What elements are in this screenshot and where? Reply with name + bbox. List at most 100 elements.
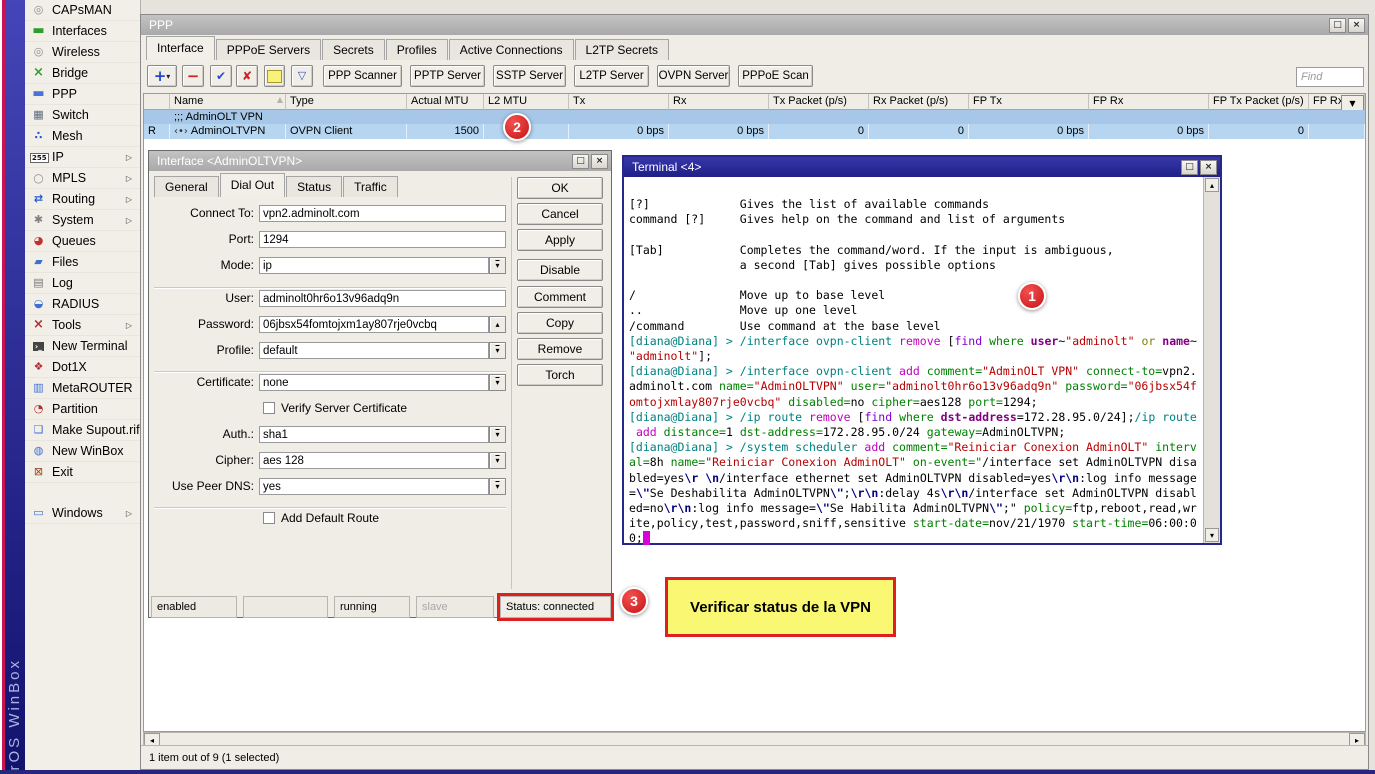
terminal-scrollbar[interactable]: ▴ ▾ [1203, 177, 1220, 543]
sstp-server-button[interactable]: SSTP Server [493, 65, 566, 87]
sidebar-item-ppp[interactable]: PPP [25, 84, 140, 105]
port-input[interactable]: 1294 [259, 231, 506, 248]
tab-l2tp-secrets[interactable]: L2TP Secrets [575, 39, 669, 60]
column-header-fp_tx_packet[interactable]: FP Tx Packet (p/s) [1209, 94, 1309, 110]
tab-pppoe-servers[interactable]: PPPoE Servers [216, 39, 321, 60]
dropdown-icon[interactable] [489, 452, 506, 469]
find-input[interactable] [1296, 67, 1364, 87]
dialog-titlebar[interactable]: Interface <AdminOLTVPN> □ × [149, 151, 611, 171]
l2tp-server-button[interactable]: L2TP Server [574, 65, 649, 87]
scroll-down-icon[interactable]: ▾ [1205, 528, 1219, 542]
sidebar-item-interfaces[interactable]: Interfaces [25, 21, 140, 42]
scroll-up-icon[interactable]: ▴ [1205, 178, 1219, 192]
comment-button[interactable] [264, 65, 285, 87]
sidebar-item-mesh[interactable]: Mesh [25, 126, 140, 147]
mode-input[interactable]: ip [259, 257, 489, 274]
password-input[interactable]: 06jbsx54fomtojxm1ay807rje0vcbq [259, 316, 489, 333]
column-header-rx[interactable]: Rx [669, 94, 769, 110]
apply-button[interactable]: Apply [517, 229, 603, 251]
tab-active-connections[interactable]: Active Connections [449, 39, 574, 60]
dialog-tab-dial-out[interactable]: Dial Out [220, 173, 285, 197]
sidebar-item-log[interactable]: Log [25, 273, 140, 294]
ppp-titlebar[interactable]: PPP □ × [141, 15, 1368, 35]
use-peer-dns-input[interactable]: yes [259, 478, 489, 495]
disable-button[interactable]: Disable [517, 259, 603, 281]
horizontal-scrollbar[interactable]: ◂ ▸ [143, 732, 1366, 746]
pptp-server-button[interactable]: PPTP Server [410, 65, 485, 87]
column-header-flag[interactable] [144, 94, 170, 110]
tab-secrets[interactable]: Secrets [322, 39, 385, 60]
enable-button[interactable] [210, 65, 232, 87]
torch-button[interactable]: Torch [517, 364, 603, 386]
ovpn-server-button[interactable]: OVPN Server [657, 65, 730, 87]
sidebar-item-ip[interactable]: IP▷ [25, 147, 140, 168]
sidebar-item-wireless[interactable]: Wireless [25, 42, 140, 63]
remove-button[interactable]: Remove [517, 338, 603, 360]
cipher-input[interactable]: aes 128 [259, 452, 489, 469]
terminal-close-button[interactable]: × [1200, 160, 1217, 175]
dropdown-icon[interactable] [489, 478, 506, 495]
profile-input[interactable]: default [259, 342, 489, 359]
column-header-type[interactable]: Type [286, 94, 407, 110]
ppp-scanner-button[interactable]: PPP Scanner [323, 65, 402, 87]
terminal-console[interactable]: [?] Gives the list of available commands… [624, 177, 1220, 543]
column-header-fp_rx[interactable]: FP Rx [1089, 94, 1209, 110]
column-header-rx_packet[interactable]: Rx Packet (p/s) [869, 94, 969, 110]
table-row[interactable]: R‹•›AdminOLTVPNOVPN Client15000 bps0 bps… [144, 124, 1365, 139]
dropdown-icon[interactable] [489, 257, 506, 274]
comment-row[interactable]: ;;; AdminOLT VPN [144, 110, 1365, 124]
cancel-button[interactable]: Cancel [517, 203, 603, 225]
checkbox-verify-server-certificate[interactable] [263, 402, 275, 414]
column-header-tx_packet[interactable]: Tx Packet (p/s) [769, 94, 869, 110]
dropdown-icon[interactable] [489, 374, 506, 391]
remove-button[interactable] [182, 65, 204, 87]
sidebar-item-system[interactable]: System▷ [25, 210, 140, 231]
checkbox-add-default-route[interactable] [263, 512, 275, 524]
sidebar-item-mpls[interactable]: MPLS▷ [25, 168, 140, 189]
column-header-name[interactable]: Name▲ [170, 94, 286, 110]
tab-interface[interactable]: Interface [146, 36, 215, 60]
dropdown-icon[interactable] [489, 426, 506, 443]
sidebar-item-tools[interactable]: Tools▷ [25, 315, 140, 336]
dialog-tab-traffic[interactable]: Traffic [343, 176, 398, 197]
sidebar-item-exit[interactable]: Exit [25, 462, 140, 483]
sidebar-item-dot1x[interactable]: Dot1X [25, 357, 140, 378]
user-input[interactable]: adminolt0hr6o13v96adq9n [259, 290, 506, 307]
dialog-tab-status[interactable]: Status [286, 176, 342, 197]
sidebar-item-partition[interactable]: Partition [25, 399, 140, 420]
column-header-tx[interactable]: Tx [569, 94, 669, 110]
disable-button[interactable] [236, 65, 258, 87]
ppp-close-button[interactable]: × [1348, 18, 1365, 33]
tab-profiles[interactable]: Profiles [386, 39, 448, 60]
add-button[interactable] [147, 65, 177, 87]
column-header-l2_mtu[interactable]: L2 MTU [484, 94, 569, 110]
sidebar-item-files[interactable]: Files [25, 252, 140, 273]
ok-button[interactable]: OK [517, 177, 603, 199]
dialog-tab-general[interactable]: General [154, 176, 219, 197]
sidebar-item-new-terminal[interactable]: New Terminal [25, 336, 140, 357]
sidebar-item-new-winbox[interactable]: New WinBox [25, 441, 140, 462]
dialog-maximize-button[interactable]: □ [572, 154, 589, 169]
sidebar-item-routing[interactable]: Routing▷ [25, 189, 140, 210]
terminal-maximize-button[interactable]: □ [1181, 160, 1198, 175]
sidebar-item-metarouter[interactable]: MetaROUTER [25, 378, 140, 399]
column-header-actual_mtu[interactable]: Actual MTU [407, 94, 484, 110]
connect-to-input[interactable]: vpn2.adminolt.com [259, 205, 506, 222]
spin-up-icon[interactable] [489, 316, 506, 333]
dropdown-icon[interactable] [489, 342, 506, 359]
sidebar-item-windows[interactable]: Windows▷ [25, 503, 140, 524]
auth-input[interactable]: sha1 [259, 426, 489, 443]
sidebar-item-make-supout-rif[interactable]: Make Supout.rif [25, 420, 140, 441]
dialog-close-button[interactable]: × [591, 154, 608, 169]
sidebar-item-bridge[interactable]: Bridge [25, 63, 140, 84]
pppoe-scan-button[interactable]: PPPoE Scan [738, 65, 813, 87]
column-select-button[interactable]: ▼ [1341, 95, 1364, 111]
sidebar-item-capsman[interactable]: CAPsMAN [25, 0, 140, 21]
sidebar-item-switch[interactable]: Switch [25, 105, 140, 126]
copy-button[interactable]: Copy [517, 312, 603, 334]
sidebar-item-radius[interactable]: RADIUS [25, 294, 140, 315]
ppp-maximize-button[interactable]: □ [1329, 18, 1346, 33]
column-header-fp_tx[interactable]: FP Tx [969, 94, 1089, 110]
comment-button[interactable]: Comment [517, 286, 603, 308]
certificate-input[interactable]: none [259, 374, 489, 391]
